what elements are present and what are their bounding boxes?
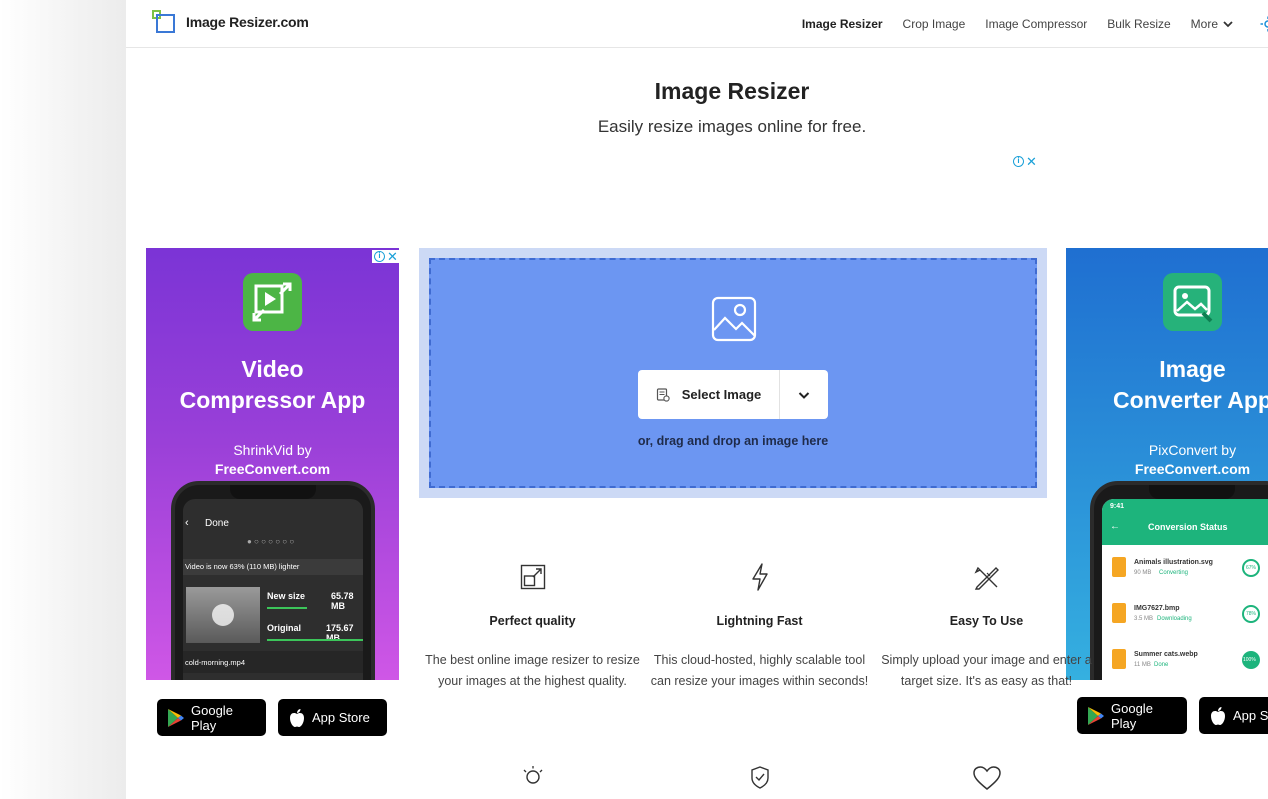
resize-frame-icon — [520, 564, 545, 590]
upload-area: Select Image or, drag and drop an image … — [419, 248, 1047, 498]
feature-title: Lightning Fast — [716, 614, 803, 628]
nav-crop-image[interactable]: Crop Image — [903, 17, 966, 31]
ad-video-compressor[interactable]: i ✕ Video Compressor App ShrinkVid by Fr… — [146, 248, 399, 680]
feature-item — [646, 764, 873, 792]
features-row-2 — [419, 764, 1100, 792]
image-converter-app-icon — [1163, 273, 1222, 331]
google-play-icon — [1087, 706, 1105, 726]
video-compressor-app-icon — [243, 273, 302, 331]
feature-item — [873, 764, 1100, 792]
google-play-badge[interactable]: Google Play — [157, 699, 266, 736]
drop-zone[interactable]: Select Image or, drag and drop an image … — [429, 258, 1037, 488]
ad-controls-left: i ✕ — [372, 250, 399, 263]
nav-more-label: More — [1190, 17, 1218, 31]
heart-icon — [972, 766, 1001, 790]
nav-bulk-resize[interactable]: Bulk Resize — [1107, 17, 1170, 31]
page-subtitle: Easily resize images online for free. — [597, 117, 867, 136]
google-play-badge[interactable]: Google Play — [1077, 697, 1187, 734]
nav-more[interactable]: More — [1191, 17, 1234, 31]
feature-title: Perfect quality — [489, 614, 576, 628]
feature-description: The best online image resizer to resize … — [425, 653, 640, 688]
right-store-badges: Google Play App Store — [1077, 697, 1268, 734]
phone-mockup: 9:41 ← Conversion Status Animals illustr… — [1090, 481, 1268, 680]
left-store-badges: Google Play App Store — [157, 699, 387, 736]
tools-icon — [973, 566, 999, 590]
google-play-icon — [167, 708, 185, 728]
file-icon — [656, 387, 670, 402]
logo-icon — [152, 10, 176, 34]
feature-description: This cloud-hosted, highly scalable tool … — [650, 653, 869, 688]
image-placeholder-icon — [711, 296, 757, 342]
phone-mockup: ‹ Done ● ○ ○ ○ ○ ○ ○ Video is now 63% (1… — [171, 481, 375, 680]
feature-description: Simply upload your image and enter a tar… — [881, 653, 1092, 688]
lightbulb-icon — [523, 766, 542, 784]
select-image-dropdown[interactable] — [780, 370, 828, 419]
feature-item — [419, 764, 646, 792]
ad-headline: Video Compressor App — [179, 356, 366, 413]
select-image-label: Select Image — [681, 387, 762, 402]
ad-byline: PixConvert by FreeConvert.com — [1134, 442, 1251, 477]
ad-close-icon[interactable]: ✕ — [387, 250, 398, 263]
ad-close-icon[interactable]: ✕ — [1026, 155, 1037, 168]
page-title: Image Resizer — [654, 78, 810, 104]
left-gutter — [0, 0, 126, 799]
ad-info-icon[interactable]: i — [374, 251, 385, 262]
ad-info-icon[interactable]: i — [1013, 156, 1024, 167]
features-row: Perfect quality The best online image re… — [419, 560, 1100, 691]
ad-headline: Image Converter App — [1113, 356, 1268, 413]
chevron-down-icon — [798, 391, 810, 399]
select-image-button[interactable]: Select Image — [638, 370, 780, 419]
app-store-badge[interactable]: App Store — [1199, 697, 1268, 734]
apple-icon — [1209, 706, 1227, 726]
apple-icon — [288, 708, 306, 728]
ad-byline: ShrinkVid by FreeConvert.com — [214, 442, 331, 477]
theme-toggle-icon[interactable] — [1260, 16, 1268, 32]
logo-text: Image Resizer.com — [186, 14, 309, 30]
select-image-button-group: Select Image — [638, 370, 828, 419]
feature-easy-to-use: Easy To Use Simply upload your image and… — [873, 560, 1100, 691]
drag-drop-hint: or, drag and drop an image here — [637, 434, 829, 448]
main-nav: Image Resizer Crop Image Image Compresso… — [782, 0, 1268, 48]
site-header: Image Resizer.com Image Resizer Crop Ima… — [126, 0, 1268, 48]
nav-image-compressor[interactable]: Image Compressor — [985, 17, 1087, 31]
chevron-down-icon — [1223, 21, 1233, 28]
feature-title: Easy To Use — [949, 614, 1024, 628]
page: Image Resizer.com Image Resizer Crop Ima… — [126, 0, 1268, 799]
feature-perfect-quality: Perfect quality The best online image re… — [419, 560, 646, 691]
ad-controls-top: i ✕ — [1013, 155, 1037, 168]
logo[interactable]: Image Resizer.com — [152, 10, 309, 34]
lightning-icon — [751, 563, 768, 591]
nav-image-resizer[interactable]: Image Resizer — [802, 17, 883, 31]
app-store-badge[interactable]: App Store — [278, 699, 387, 736]
shield-check-icon — [750, 766, 769, 789]
feature-lightning-fast: Lightning Fast This cloud-hosted, highly… — [646, 560, 873, 691]
